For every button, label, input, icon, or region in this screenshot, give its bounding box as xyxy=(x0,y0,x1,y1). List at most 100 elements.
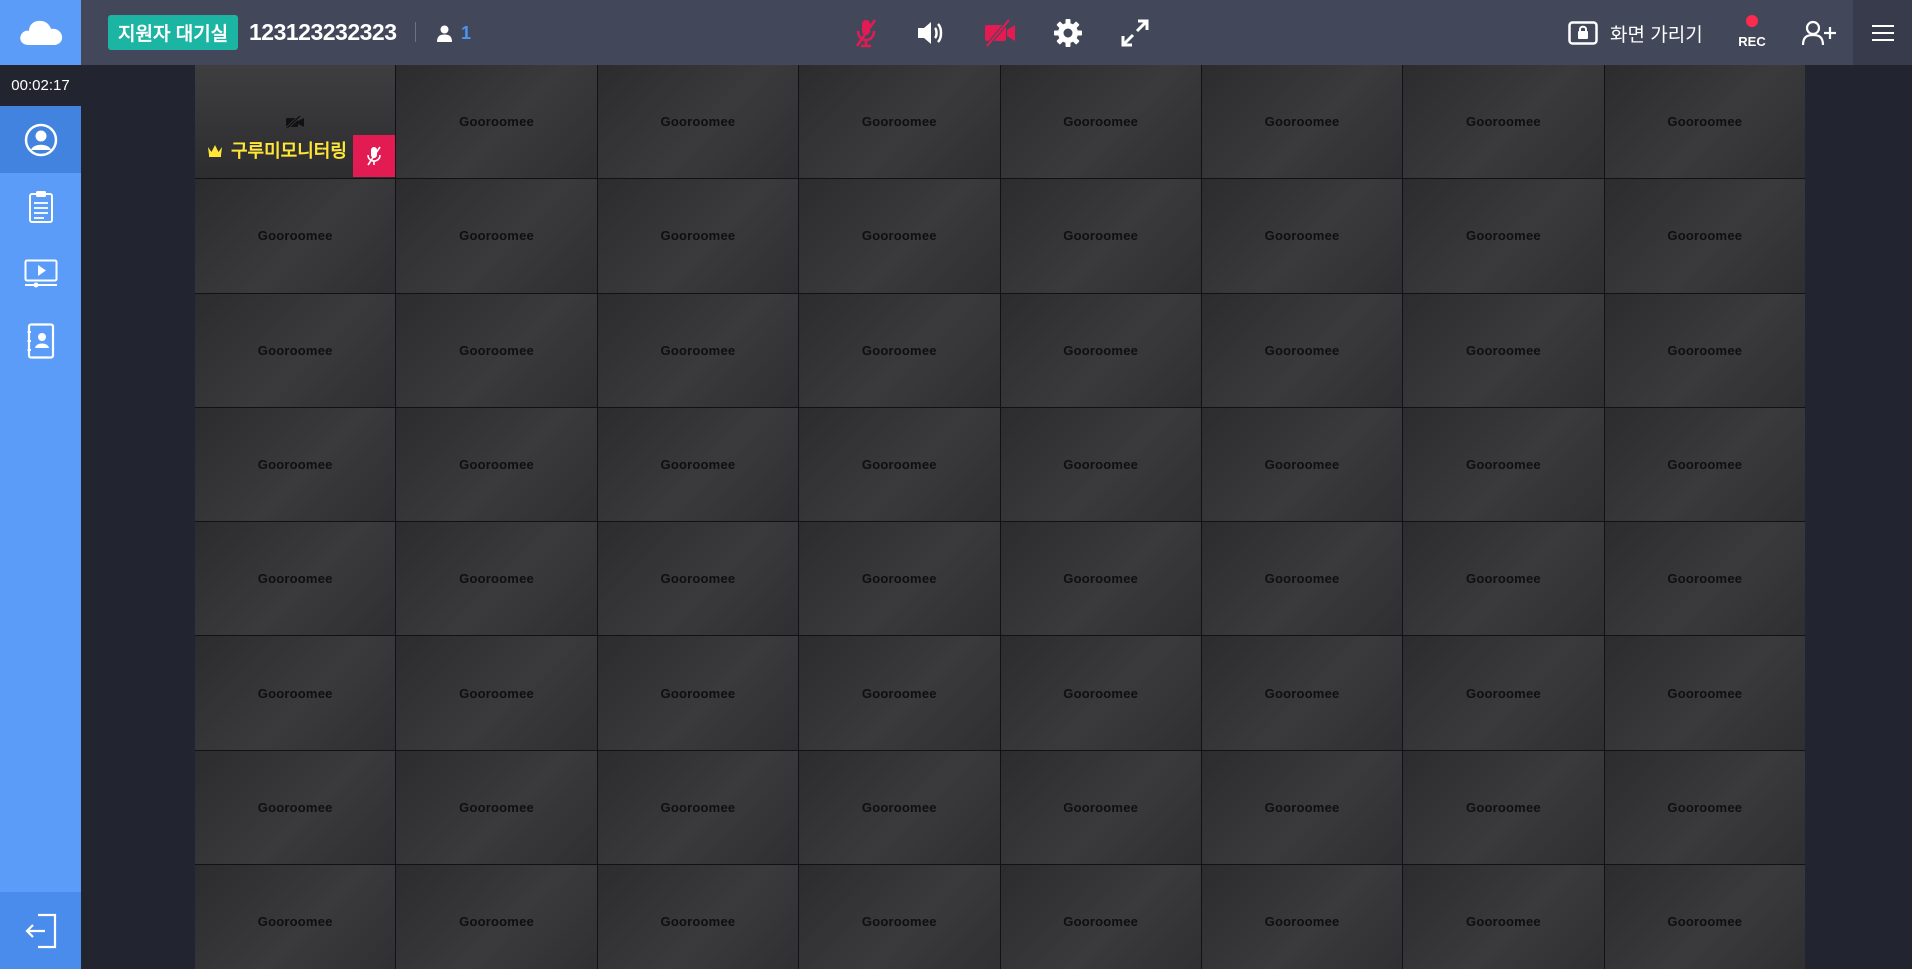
hide-screen-button[interactable]: 화면 가리기 xyxy=(1568,16,1703,50)
participant-video-tile[interactable]: Gooroomee xyxy=(1201,636,1403,750)
participant-video-tile[interactable]: Gooroomee xyxy=(1201,293,1403,407)
exit-room-button[interactable] xyxy=(0,892,81,969)
tile-brand-label: Gooroomee xyxy=(1667,685,1743,701)
participant-video-tile[interactable]: Gooroomee xyxy=(195,293,396,407)
participant-video-tile[interactable]: Gooroomee xyxy=(1201,179,1403,293)
mic-off-small-icon xyxy=(367,146,382,166)
participant-video-tile[interactable]: Gooroomee xyxy=(1604,522,1805,636)
main-menu-button[interactable] xyxy=(1853,0,1912,65)
participant-video-tile[interactable]: Gooroomee xyxy=(597,636,799,750)
participant-video-tile[interactable]: Gooroomee xyxy=(396,636,597,750)
participant-video-tile[interactable]: Gooroomee xyxy=(1403,407,1604,522)
camera-toggle-button[interactable] xyxy=(979,12,1021,54)
sidebar-item-notes[interactable] xyxy=(0,173,81,240)
participant-video-tile[interactable]: Gooroomee xyxy=(1604,407,1805,522)
participant-video-tile[interactable]: Gooroomee xyxy=(1000,65,1201,179)
participant-video-tile[interactable]: Gooroomee xyxy=(1604,636,1805,750)
participant-video-tile[interactable]: Gooroomee xyxy=(195,407,396,522)
participant-video-tile[interactable]: Gooroomee xyxy=(1000,522,1201,636)
participant-video-tile[interactable]: Gooroomee xyxy=(195,179,396,293)
tile-brand-label: Gooroomee xyxy=(459,571,534,587)
participant-video-tile[interactable]: Gooroomee xyxy=(799,407,1000,522)
sidebar-item-media[interactable] xyxy=(0,240,81,307)
header-divider xyxy=(415,22,416,42)
participant-video-tile[interactable]: Gooroomee xyxy=(1000,636,1201,750)
sidebar-item-participants[interactable] xyxy=(0,106,81,173)
tile-brand-label: Gooroomee xyxy=(1264,685,1340,701)
mic-toggle-button[interactable] xyxy=(845,12,887,54)
tile-brand-label: Gooroomee xyxy=(1264,228,1340,244)
tile-brand-label: Gooroomee xyxy=(257,571,333,587)
participant-video-tile[interactable]: Gooroomee xyxy=(396,865,597,969)
tile-brand-label: Gooroomee xyxy=(660,685,736,701)
record-button[interactable]: REC xyxy=(1732,12,1772,54)
participant-video-tile[interactable]: Gooroomee xyxy=(597,65,799,179)
participant-video-tile[interactable]: Gooroomee xyxy=(1403,179,1604,293)
participant-video-tile[interactable]: Gooroomee xyxy=(1000,293,1201,407)
participant-video-tile[interactable]: Gooroomee xyxy=(1403,522,1604,636)
participant-video-tile[interactable]: Gooroomee xyxy=(1000,750,1201,865)
rec-indicator-dot xyxy=(1746,15,1758,27)
add-user-icon xyxy=(1802,20,1836,46)
participant-video-tile[interactable]: Gooroomee xyxy=(799,636,1000,750)
participant-video-tile[interactable]: Gooroomee xyxy=(1201,750,1403,865)
participant-video-tile[interactable]: Gooroomee xyxy=(1201,865,1403,969)
participant-video-tile[interactable]: Gooroomee xyxy=(195,865,396,969)
participant-video-tile[interactable]: Gooroomee xyxy=(1403,65,1604,179)
participant-video-tile[interactable]: Gooroomee xyxy=(799,65,1000,179)
participant-video-tile[interactable]: Gooroomee xyxy=(799,522,1000,636)
camera-off-icon xyxy=(985,19,1015,47)
participant-video-tile[interactable]: Gooroomee xyxy=(597,750,799,865)
participant-video-tile[interactable]: Gooroomee xyxy=(195,636,396,750)
sidebar-item-contacts[interactable] xyxy=(0,307,81,374)
participant-video-tile[interactable]: Gooroomee xyxy=(597,179,799,293)
settings-button[interactable] xyxy=(1047,12,1089,54)
tile-brand-label: Gooroomee xyxy=(1264,342,1340,358)
participant-video-tile[interactable]: Gooroomee xyxy=(1604,293,1805,407)
speaker-toggle-button[interactable] xyxy=(910,12,952,54)
participant-video-tile[interactable]: Gooroomee xyxy=(597,522,799,636)
participant-video-tile[interactable]: Gooroomee xyxy=(1201,522,1403,636)
tile-brand-label: Gooroomee xyxy=(660,342,736,358)
participant-video-tile[interactable]: Gooroomee xyxy=(396,522,597,636)
participant-video-tile[interactable]: Gooroomee xyxy=(1403,293,1604,407)
participant-video-tile[interactable]: Gooroomee xyxy=(1604,65,1805,179)
tile-brand-label: Gooroomee xyxy=(1466,342,1541,358)
participant-video-tile[interactable]: Gooroomee xyxy=(799,750,1000,865)
participant-video-tile[interactable]: Gooroomee xyxy=(597,293,799,407)
participant-video-tile[interactable]: Gooroomee xyxy=(195,522,396,636)
fullscreen-button[interactable] xyxy=(1114,12,1156,54)
participant-video-tile[interactable]: Gooroomee xyxy=(1403,750,1604,865)
tile-brand-label: Gooroomee xyxy=(1264,571,1340,587)
participant-video-tile[interactable]: Gooroomee xyxy=(1604,750,1805,865)
hamburger-menu-icon xyxy=(1871,24,1894,41)
participant-video-tile[interactable]: Gooroomee xyxy=(1604,865,1805,969)
participant-counter[interactable]: 1 xyxy=(437,18,471,48)
participant-video-tile[interactable]: Gooroomee xyxy=(597,865,799,969)
lock-screen-icon xyxy=(1568,21,1598,45)
participant-video-tile[interactable]: Gooroomee xyxy=(396,293,597,407)
participant-video-tile[interactable]: Gooroomee xyxy=(1201,65,1403,179)
participant-video-tile[interactable]: Gooroomee xyxy=(1403,865,1604,969)
participant-video-tile[interactable]: Gooroomee xyxy=(1000,179,1201,293)
participant-video-tile[interactable]: Gooroomee xyxy=(195,750,396,865)
participant-video-tile[interactable]: Gooroomee xyxy=(1604,179,1805,293)
participant-video-tile[interactable]: Gooroomee xyxy=(396,179,597,293)
participant-video-tile[interactable]: Gooroomee xyxy=(396,407,597,522)
clipboard-icon xyxy=(28,190,53,223)
participant-video-tile[interactable]: Gooroomee xyxy=(799,179,1000,293)
participant-video-tile[interactable]: Gooroomee xyxy=(1403,636,1604,750)
self-mic-muted-indicator[interactable] xyxy=(353,135,396,177)
tile-brand-label: Gooroomee xyxy=(1063,685,1139,701)
participant-video-tile[interactable]: Gooroomee xyxy=(799,293,1000,407)
self-video-tile[interactable]: 구루미모니터링 xyxy=(195,65,396,179)
participant-video-tile[interactable]: Gooroomee xyxy=(396,750,597,865)
expand-icon xyxy=(1121,19,1149,47)
participant-video-tile[interactable]: Gooroomee xyxy=(799,865,1000,969)
invite-user-button[interactable] xyxy=(1800,13,1840,53)
participant-video-tile[interactable]: Gooroomee xyxy=(1000,865,1201,969)
participant-video-tile[interactable]: Gooroomee xyxy=(1000,407,1201,522)
participant-video-tile[interactable]: Gooroomee xyxy=(597,407,799,522)
participant-video-tile[interactable]: Gooroomee xyxy=(1201,407,1403,522)
participant-video-tile[interactable]: Gooroomee xyxy=(396,65,597,179)
